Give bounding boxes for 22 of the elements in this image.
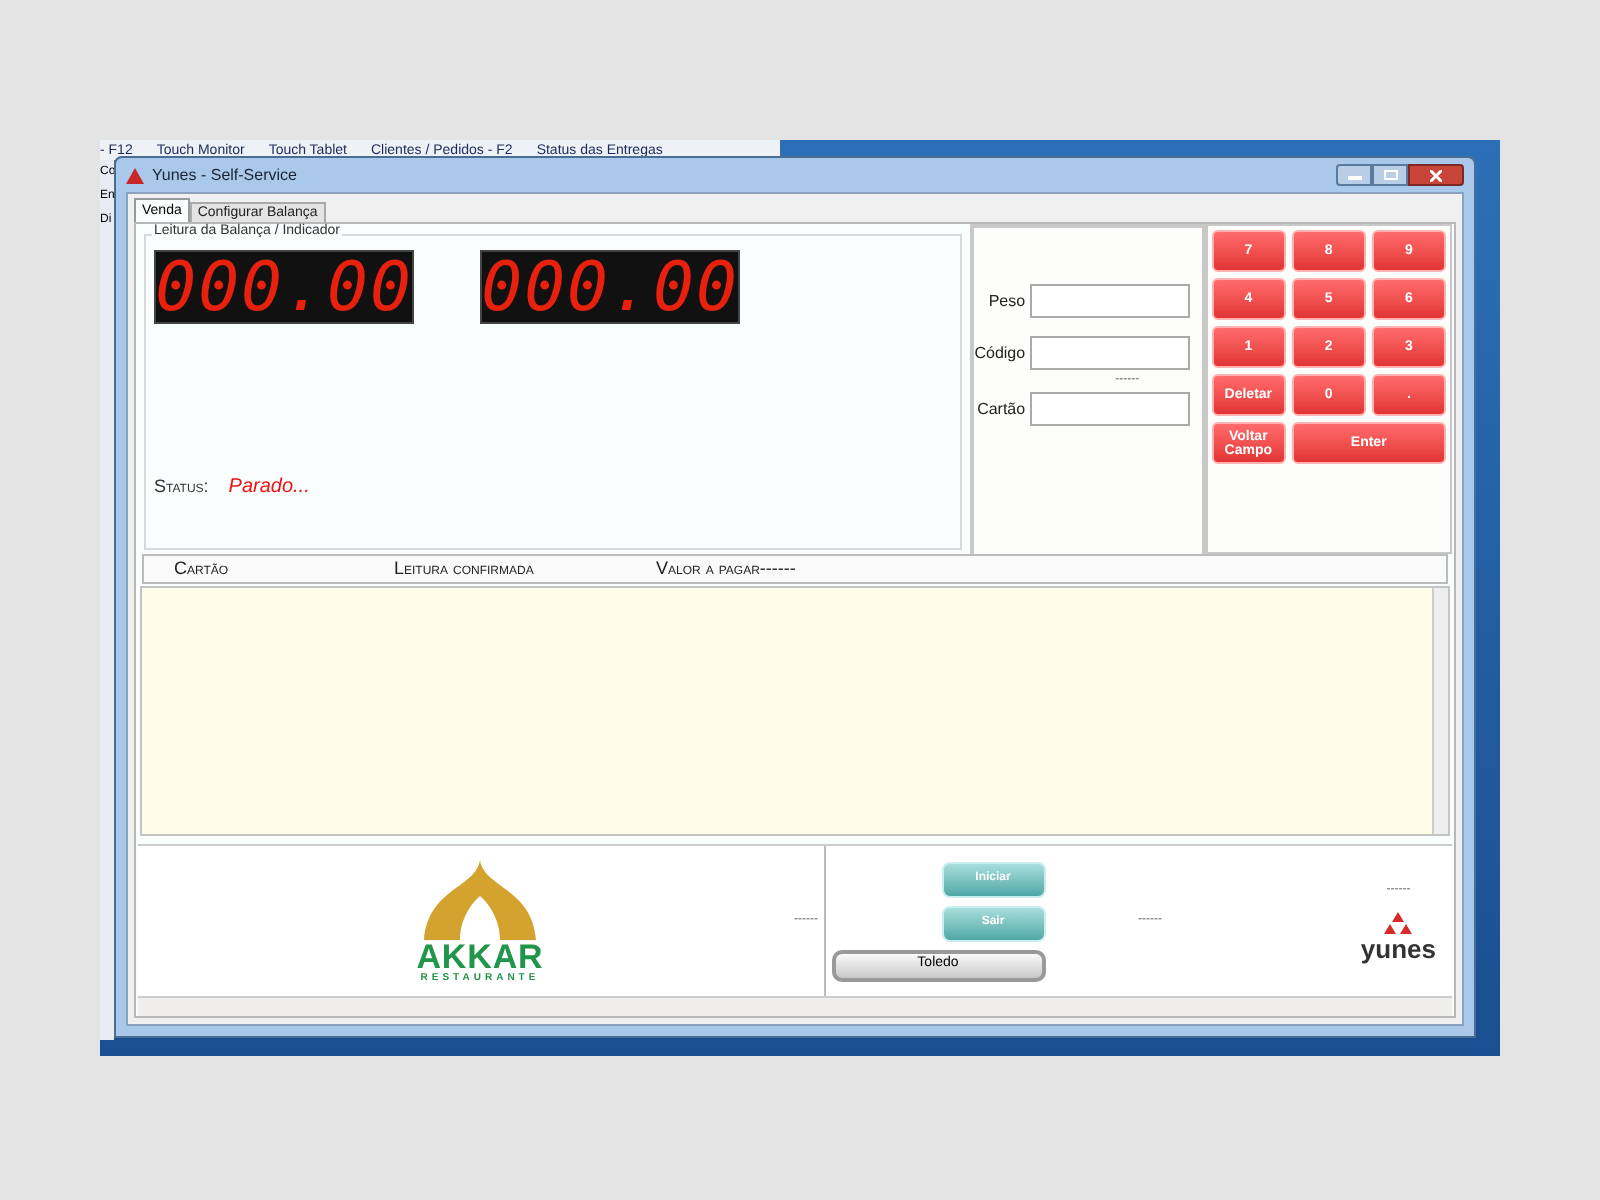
brand-logo-icon [1382, 911, 1415, 935]
minimize-button[interactable] [1336, 164, 1372, 186]
field-label: Cartão [977, 397, 1026, 421]
input-field[interactable] [1029, 392, 1190, 426]
status-label: Status: [154, 473, 209, 500]
field-label: Código [974, 341, 1026, 365]
maximize-button[interactable] [1372, 164, 1408, 186]
column-header: Valor a pagar------ [656, 555, 798, 582]
close-icon [1430, 169, 1442, 181]
input-field[interactable] [1029, 336, 1190, 370]
logo-text: AKKAR [416, 939, 544, 973]
close-button[interactable] [1408, 164, 1464, 186]
brand-text: yunes [1360, 935, 1436, 961]
input-field[interactable] [1029, 284, 1190, 318]
field-label: Peso [988, 289, 1026, 313]
digital-display: 000.00 [154, 250, 414, 324]
status-text: Parado... [228, 474, 310, 502]
digital-display: 000.00 [480, 250, 740, 324]
app-logo-icon [126, 167, 144, 183]
window-title: Yunes - Self-Service [152, 163, 297, 187]
column-header: Cartão [172, 555, 231, 582]
column-header: Leitura confirmada [394, 555, 536, 582]
